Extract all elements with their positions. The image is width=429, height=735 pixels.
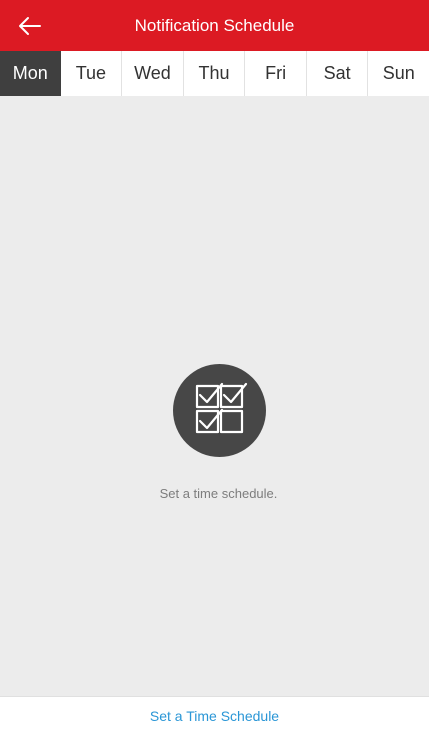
tab-tue[interactable]: Tue	[61, 51, 123, 96]
page-title: Notification Schedule	[134, 15, 295, 35]
schedule-content-area: Set a time schedule.	[8, 96, 429, 696]
weekday-tabs: Mon Tue Wed Thu Fri Sat Sun	[0, 51, 429, 96]
tab-thu[interactable]: Thu	[184, 51, 246, 96]
tab-wed[interactable]: Wed	[122, 51, 184, 96]
app-screen: Notification Schedule Mon Tue Wed Thu Fr…	[0, 0, 429, 735]
tab-sat[interactable]: Sat	[307, 51, 369, 96]
back-button[interactable]	[8, 4, 52, 48]
schedule-checklist-icon	[173, 364, 266, 457]
bottom-action-bar: Set a Time Schedule	[0, 696, 429, 735]
tab-fri[interactable]: Fri	[245, 51, 307, 96]
tab-mon[interactable]: Mon	[0, 51, 61, 96]
empty-state-message: Set a time schedule.	[159, 486, 278, 501]
tab-sun[interactable]: Sun	[368, 51, 429, 96]
top-navigation-bar: Notification Schedule	[0, 0, 429, 51]
arrow-left-icon	[19, 17, 41, 35]
set-time-schedule-button[interactable]: Set a Time Schedule	[150, 708, 279, 724]
